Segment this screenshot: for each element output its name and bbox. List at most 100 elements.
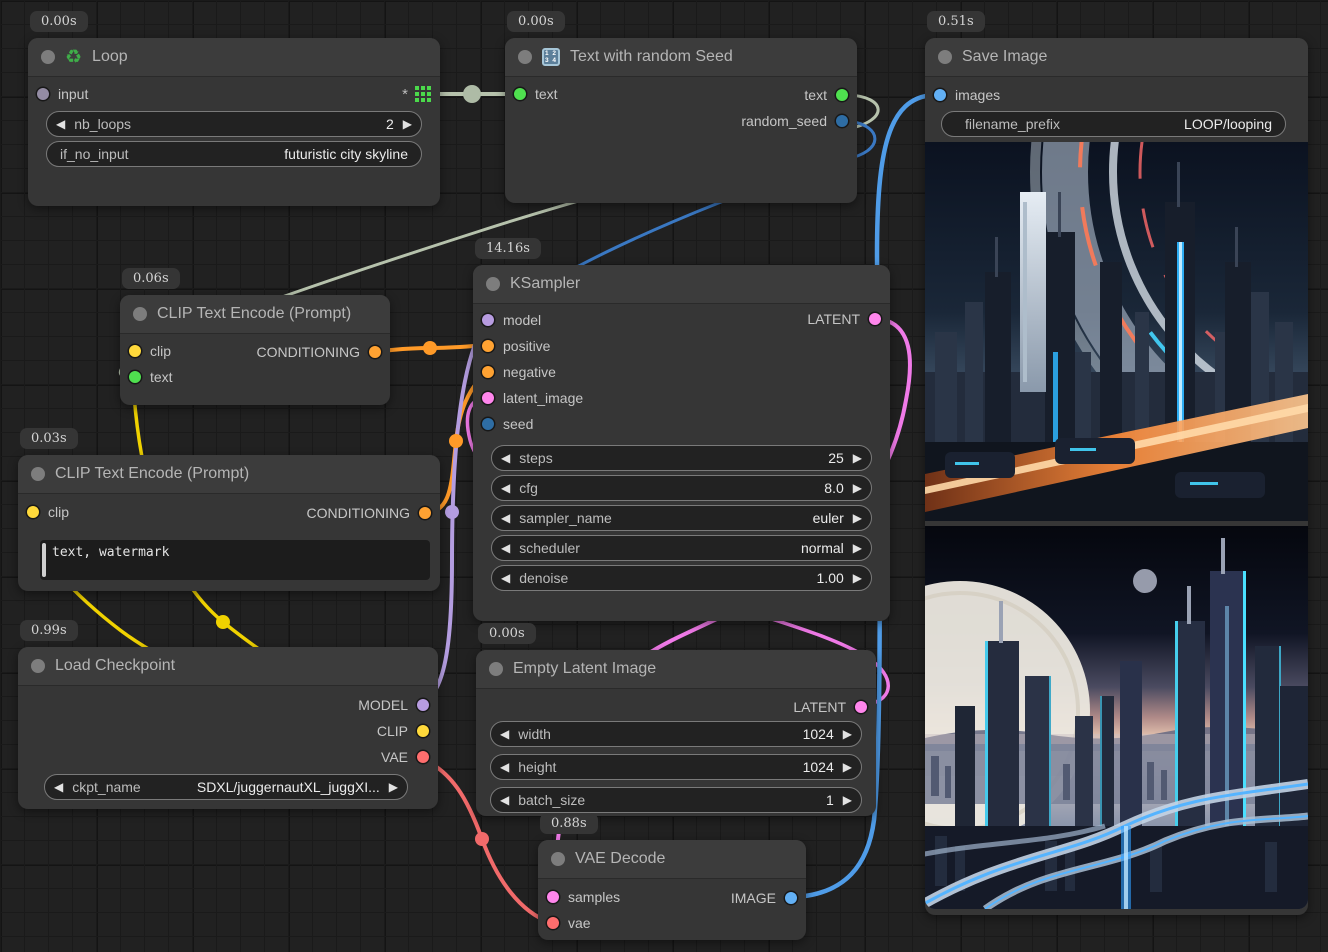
node-load-checkpoint[interactable]: 0.99s Load Checkpoint MODEL CLIP VAE ◀ c… [18, 647, 438, 809]
widget-ckpt-name[interactable]: ◀ ckpt_name SDXL/juggernautXL_juggXI... … [44, 774, 408, 800]
node-graph-canvas[interactable]: 0.00s ♻ Loop input * ◀ nb_loop [0, 0, 1328, 952]
output-slot-conditioning[interactable] [419, 507, 431, 519]
node-clip-text-encode-negative[interactable]: 0.03s CLIP Text Encode (Prompt) clip CON… [18, 455, 440, 591]
output-slot-text[interactable] [836, 89, 848, 101]
widget-value: normal [801, 540, 844, 556]
collapse-dot[interactable] [133, 307, 147, 321]
recycle-icon: ♻ [65, 48, 82, 67]
node-empty-latent-image[interactable]: 0.00s Empty Latent Image LATENT ◀ width … [476, 650, 876, 816]
widget-if-no-input[interactable]: if_no_input futuristic city skyline [46, 141, 422, 167]
collapse-dot[interactable] [41, 50, 55, 64]
prev-arrow-icon[interactable]: ◀ [501, 512, 510, 524]
increment-arrow-icon[interactable]: ▶ [853, 452, 862, 464]
reroute-dot-clip[interactable] [216, 615, 230, 629]
node-header[interactable]: CLIP Text Encode (Prompt) [120, 295, 390, 334]
reroute-dot-negative[interactable] [449, 434, 463, 448]
increment-arrow-icon[interactable]: ▶ [843, 794, 852, 806]
widget-sampler-name[interactable]: ◀ sampler_name euler ▶ [491, 505, 872, 531]
node-header[interactable]: Save Image [925, 38, 1308, 77]
input-slot-positive[interactable] [482, 340, 494, 352]
widget-value: SDXL/juggernautXL_juggXI... [197, 779, 380, 795]
widget-label: filename_prefix [965, 116, 1060, 132]
decrement-arrow-icon[interactable]: ◀ [56, 118, 65, 130]
decrement-arrow-icon[interactable]: ◀ [500, 761, 509, 773]
node-ksampler[interactable]: 14.16s KSampler model positive negative … [473, 265, 890, 621]
node-header[interactable]: 1 2 3 4 Text with random Seed [505, 38, 857, 77]
prev-arrow-icon[interactable]: ◀ [54, 781, 63, 793]
output-slot-latent[interactable] [855, 701, 867, 713]
node-save-image[interactable]: 0.51s Save Image images filename_prefix … [925, 38, 1308, 915]
increment-arrow-icon[interactable]: ▶ [843, 761, 852, 773]
decrement-arrow-icon[interactable]: ◀ [500, 728, 509, 740]
input-slot-samples[interactable] [547, 891, 559, 903]
node-header[interactable]: CLIP Text Encode (Prompt) [18, 455, 440, 494]
collapse-dot[interactable] [31, 659, 45, 673]
collapse-dot[interactable] [938, 50, 952, 64]
input-slot-clip[interactable] [129, 345, 141, 357]
execution-time-badge: 0.88s [540, 813, 598, 834]
widget-batch-size[interactable]: ◀ batch_size 1 ▶ [490, 787, 862, 813]
prev-arrow-icon[interactable]: ◀ [501, 542, 510, 554]
input-slot-model[interactable] [482, 314, 494, 326]
output-slot-latent[interactable] [869, 313, 881, 325]
collapse-dot[interactable] [489, 662, 503, 676]
node-title: VAE Decode [575, 850, 665, 868]
decrement-arrow-icon[interactable]: ◀ [501, 452, 510, 464]
output-slot-conditioning[interactable] [369, 346, 381, 358]
output-slot-model[interactable] [417, 699, 429, 711]
input-slot-vae[interactable] [547, 917, 559, 929]
grid-output-icon[interactable] [415, 86, 431, 102]
output-slot-image[interactable] [785, 892, 797, 904]
input-slot-text[interactable] [514, 88, 526, 100]
widget-filename-prefix[interactable]: filename_prefix LOOP/looping [941, 111, 1286, 137]
input-slot-negative[interactable] [482, 366, 494, 378]
output-slot-vae[interactable] [417, 751, 429, 763]
widget-width[interactable]: ◀ width 1024 ▶ [490, 721, 862, 747]
next-arrow-icon[interactable]: ▶ [853, 542, 862, 554]
node-clip-text-encode-positive[interactable]: 0.06s CLIP Text Encode (Prompt) clip tex… [120, 295, 390, 405]
widget-denoise[interactable]: ◀ denoise 1.00 ▶ [491, 565, 872, 591]
next-arrow-icon[interactable]: ▶ [853, 512, 862, 524]
node-text-with-random-seed[interactable]: 0.00s 1 2 3 4 Text with random Seed text… [505, 38, 857, 203]
node-header[interactable]: VAE Decode [538, 840, 806, 879]
reroute-dot-text[interactable] [463, 85, 481, 103]
input-slot-text[interactable] [129, 371, 141, 383]
input-slot-images[interactable] [934, 89, 946, 101]
collapse-dot[interactable] [31, 467, 45, 481]
decrement-arrow-icon[interactable]: ◀ [501, 482, 510, 494]
textarea-scrollbar[interactable] [42, 543, 46, 577]
input-slot-seed[interactable] [482, 418, 494, 430]
node-header[interactable]: ♻ Loop [28, 38, 440, 77]
prompt-textarea[interactable]: text, watermark [40, 540, 430, 580]
output-slot-clip[interactable] [417, 725, 429, 737]
widget-cfg[interactable]: ◀ cfg 8.0 ▶ [491, 475, 872, 501]
slot-label: text [150, 369, 173, 385]
reroute-dot-model[interactable] [445, 505, 459, 519]
increment-arrow-icon[interactable]: ▶ [853, 572, 862, 584]
node-vae-decode[interactable]: 0.88s VAE Decode samples vae IMAGE [538, 840, 806, 940]
increment-arrow-icon[interactable]: ▶ [403, 118, 412, 130]
decrement-arrow-icon[interactable]: ◀ [500, 794, 509, 806]
output-slot-random-seed[interactable] [836, 115, 848, 127]
input-slot-clip[interactable] [27, 506, 39, 518]
input-slot-input[interactable] [37, 88, 49, 100]
reroute-dot-positive[interactable] [423, 341, 437, 355]
collapse-dot[interactable] [551, 852, 565, 866]
decrement-arrow-icon[interactable]: ◀ [501, 572, 510, 584]
increment-arrow-icon[interactable]: ▶ [843, 728, 852, 740]
widget-height[interactable]: ◀ height 1024 ▶ [490, 754, 862, 780]
reroute-dot-vae[interactable] [475, 832, 489, 846]
collapse-dot[interactable] [486, 277, 500, 291]
node-loop[interactable]: 0.00s ♻ Loop input * ◀ nb_loop [28, 38, 440, 206]
widget-nb-loops[interactable]: ◀ nb_loops 2 ▶ [46, 111, 422, 137]
increment-arrow-icon[interactable]: ▶ [853, 482, 862, 494]
collapse-dot[interactable] [518, 50, 532, 64]
widget-steps[interactable]: ◀ steps 25 ▶ [491, 445, 872, 471]
input-slot-latent-image[interactable] [482, 392, 494, 404]
next-arrow-icon[interactable]: ▶ [389, 781, 398, 793]
node-header[interactable]: KSampler [473, 265, 890, 304]
widget-scheduler[interactable]: ◀ scheduler normal ▶ [491, 535, 872, 561]
node-header[interactable]: Load Checkpoint [18, 647, 438, 686]
node-header[interactable]: Empty Latent Image [476, 650, 876, 689]
slot-label: images [955, 87, 1000, 103]
